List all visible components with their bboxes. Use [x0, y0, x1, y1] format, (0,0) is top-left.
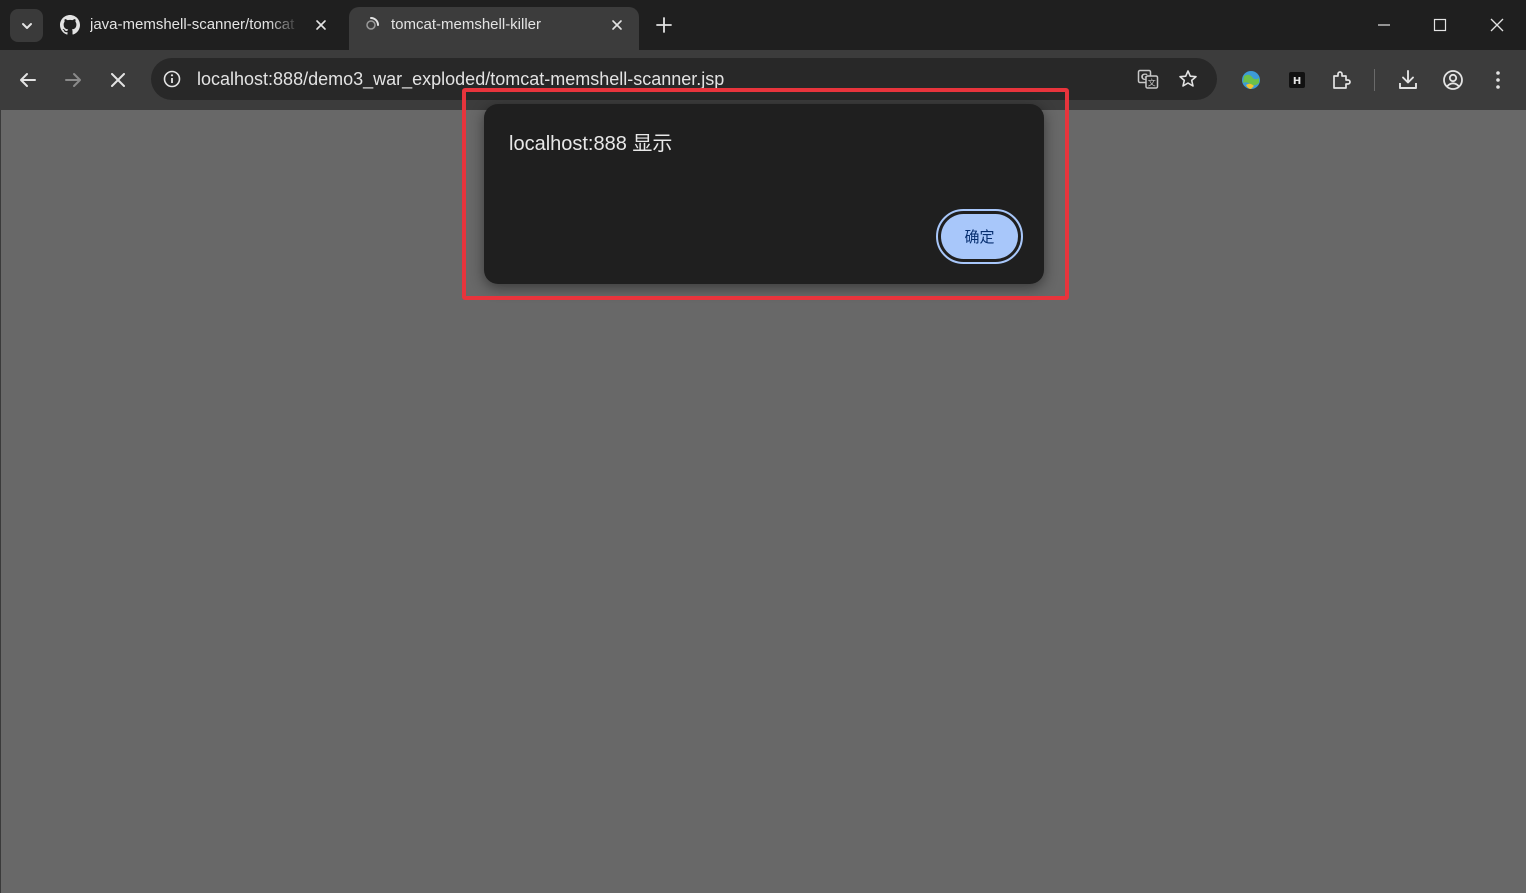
site-info-icon[interactable] [162, 69, 182, 89]
extension-1-icon[interactable] [1238, 67, 1264, 93]
close-tab-icon[interactable] [607, 15, 627, 35]
profile-icon[interactable] [1440, 67, 1466, 93]
back-button[interactable] [15, 67, 41, 93]
tab-tomcat-memshell-killer[interactable]: tomcat-memshell-killer [349, 7, 639, 50]
star-icon[interactable] [1177, 68, 1199, 90]
arrow-right-icon [65, 73, 81, 87]
stop-loading-button[interactable] [105, 67, 131, 93]
close-window-button[interactable] [1484, 12, 1510, 38]
toolbar-divider [1374, 69, 1375, 91]
browser-toolbar: localhost:888/demo3_war_exploded/tomcat-… [0, 50, 1526, 110]
tab-title: java-memshell-scanner/tomcat [90, 16, 295, 33]
forward-button[interactable] [60, 67, 86, 93]
ok-button-label: 确定 [941, 214, 1018, 259]
translate-icon[interactable]: G文 [1137, 68, 1159, 90]
tab-title: tomcat-memshell-killer [391, 16, 542, 33]
plus-icon [656, 17, 672, 33]
address-bar[interactable]: localhost:888/demo3_war_exploded/tomcat-… [151, 58, 1217, 100]
minimize-icon [1378, 24, 1390, 26]
maximize-button[interactable] [1427, 12, 1453, 38]
tab-java-memshell-scanner[interactable]: java-memshell-scanner/tomcat [48, 7, 343, 50]
github-icon [60, 15, 80, 35]
url-text[interactable]: localhost:888/demo3_war_exploded/tomcat-… [197, 68, 724, 90]
loading-globe-icon [361, 15, 381, 35]
close-icon [1490, 18, 1504, 32]
menu-icon[interactable] [1485, 67, 1511, 93]
tab-strip: java-memshell-scanner/tomcat tomcat-mems… [0, 0, 1526, 50]
minimize-button[interactable] [1371, 12, 1397, 38]
arrow-left-icon [20, 73, 36, 87]
puzzle-icon[interactable] [1329, 67, 1355, 93]
svg-text:H: H [1293, 76, 1301, 87]
maximize-icon [1433, 18, 1447, 32]
new-tab-button[interactable] [652, 13, 676, 37]
chevron-down-icon [21, 22, 32, 29]
viewport-edge [0, 110, 1, 893]
ok-button[interactable]: 确定 [936, 209, 1023, 264]
close-tab-icon[interactable] [311, 15, 331, 35]
close-icon [111, 73, 125, 87]
alert-message: localhost:888 显示 [509, 133, 673, 155]
download-icon[interactable] [1395, 67, 1421, 93]
svg-text:文: 文 [1148, 78, 1156, 88]
tab-search-button[interactable] [10, 9, 43, 42]
extension-2-icon[interactable]: H [1284, 67, 1310, 93]
